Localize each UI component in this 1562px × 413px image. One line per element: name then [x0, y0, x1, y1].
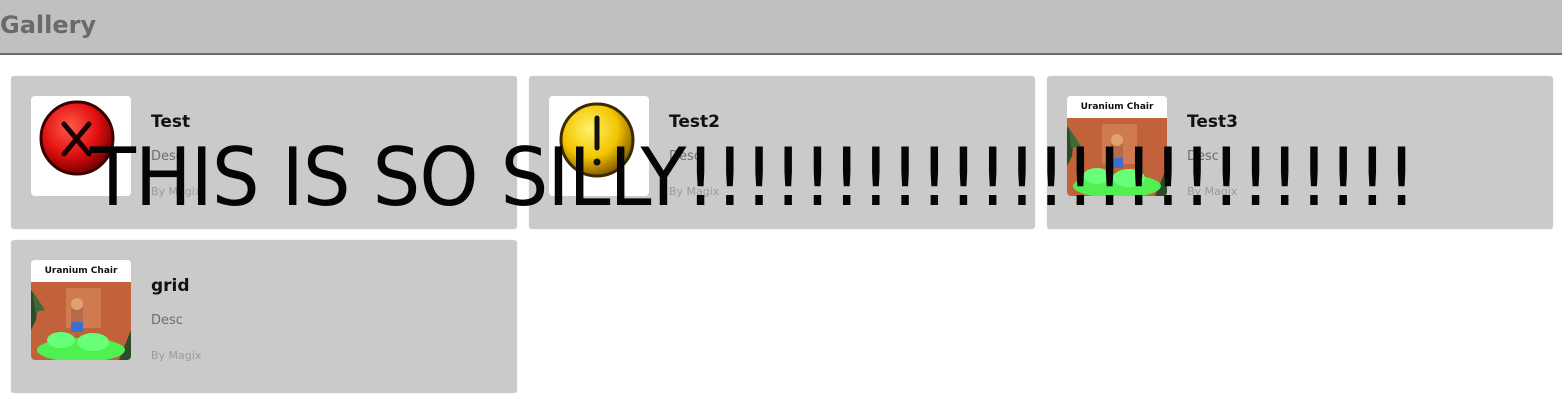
thumbnail-caption: Uranium Chair [31, 260, 131, 282]
gallery-card[interactable]: Uranium Chair Test3 Desc By Magix [1047, 76, 1553, 229]
page-title: Gallery [0, 11, 97, 39]
card-thumbnail: Uranium Chair [31, 260, 131, 360]
gallery-card[interactable]: Uranium Chair grid Desc By Magix [11, 240, 517, 393]
card-author: By Magix [151, 349, 202, 362]
card-author: By Magix [151, 185, 202, 198]
card-description: Desc [151, 149, 183, 164]
card-thumbnail [549, 96, 649, 196]
card-author: By Magix [669, 185, 720, 198]
card-title: Test [151, 112, 191, 132]
thumbnail-caption: Uranium Chair [1067, 96, 1167, 118]
error-x-icon [39, 100, 115, 176]
warning-exclamation-icon [559, 102, 635, 178]
gallery-card[interactable]: Test Desc By Magix [11, 76, 517, 229]
card-author: By Magix [1187, 185, 1238, 198]
card-description: Desc [151, 313, 183, 328]
gallery-card[interactable]: Test2 Desc By Magix [529, 76, 1035, 229]
card-thumbnail [31, 96, 131, 196]
card-description: Desc [1187, 149, 1219, 164]
top-bar: Gallery [0, 0, 1562, 55]
card-title: Test3 [1187, 112, 1238, 132]
card-description: Desc [669, 149, 701, 164]
card-thumbnail: Uranium Chair [1067, 96, 1167, 196]
card-title: Test2 [669, 112, 720, 132]
card-title: grid [151, 276, 190, 296]
